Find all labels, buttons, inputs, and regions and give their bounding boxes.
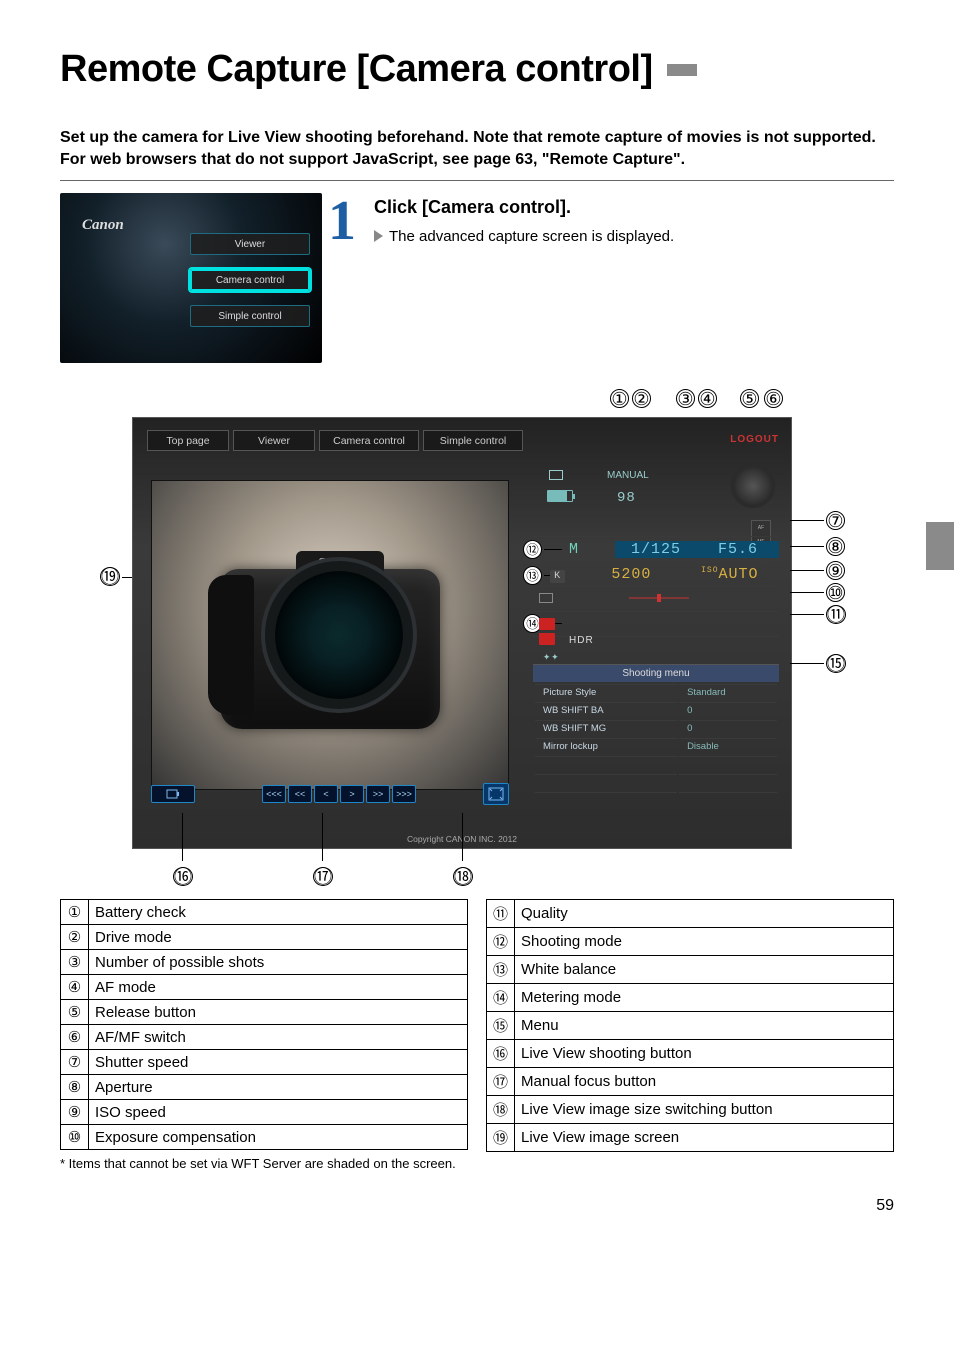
focus-near1[interactable]: > [340, 785, 364, 803]
step-number: 1 [328, 193, 356, 363]
left-callouts: ⑲ [60, 417, 132, 849]
step-heading: Click [Camera control]. [374, 197, 894, 218]
exposure-comp[interactable] [619, 591, 699, 608]
callout-8: ⑧ [826, 537, 845, 556]
rec-icon [539, 633, 555, 645]
focus-far3[interactable]: <<< [262, 785, 286, 803]
viewer-button[interactable]: Viewer [190, 233, 310, 255]
callout-6: ⑥ [764, 389, 783, 408]
legend-row: ②Drive mode [61, 925, 468, 950]
simple-control-button[interactable]: Simple control [190, 305, 310, 327]
legend-row: ⑥AF/MF switch [61, 1025, 468, 1050]
legend-row: ①Battery check [61, 900, 468, 925]
callout-2: ② [632, 389, 651, 408]
tab-camera-control[interactable]: Camera control [319, 430, 419, 451]
page-title: Remote Capture [Camera control] [60, 48, 653, 91]
camera-illustration: Canon [220, 569, 440, 729]
side-tab-marker [926, 522, 954, 570]
battery-icon [547, 490, 573, 502]
step-detail: The advanced capture screen is displayed… [374, 228, 894, 245]
legend-row: ⑪Quality [487, 900, 894, 928]
top-callouts: ① ② ③ ④ ⑤ ⑥ [132, 389, 894, 417]
release-button[interactable] [731, 464, 775, 508]
legend-row: ⑯Live View shooting button [487, 1040, 894, 1068]
live-view-screen: Canon [151, 480, 509, 790]
shooting-menu-header[interactable]: Shooting menu [533, 664, 779, 682]
triangle-bullet-icon [374, 230, 383, 242]
callout-1: ① [610, 389, 629, 408]
tab-simple-control[interactable]: Simple control [423, 430, 523, 451]
menu-row: WB SHIFT MG0 [535, 720, 777, 736]
legend-row: ⑫Shooting mode [487, 928, 894, 956]
callout-5: ⑤ [740, 389, 759, 408]
live-view-button[interactable] [151, 785, 195, 803]
shutter-speed[interactable]: 1/125 [615, 541, 697, 558]
shooting-menu-table: Picture StyleStandard WB SHIFT BA0 WB SH… [533, 682, 779, 810]
legend-row: ⑤Release button [61, 1000, 468, 1025]
legend-row: ④AF mode [61, 975, 468, 1000]
focus-near3[interactable]: >>> [392, 785, 416, 803]
footnote: * Items that cannot be set via WFT Serve… [60, 1156, 894, 1171]
possible-shots: 98 [617, 490, 636, 506]
page-number: 59 [60, 1197, 894, 1239]
image-size-button[interactable] [483, 783, 509, 805]
capture-screen-diagram: Top page Viewer Camera control Simple co… [132, 417, 792, 849]
callout-16: ⑯ [173, 867, 193, 886]
aperture[interactable]: F5.6 [697, 541, 779, 558]
hdr-label: HDR [569, 635, 594, 646]
bottom-callouts: ⑯ ⑰ ⑱ [132, 849, 894, 893]
tab-viewer[interactable]: Viewer [233, 430, 315, 451]
menu-row: Mirror lockupDisable [535, 738, 777, 754]
legend-row: ⑭Metering mode [487, 984, 894, 1012]
legend-right-table: ⑪Quality⑫Shooting mode⑬White balance⑭Met… [486, 899, 894, 1152]
legend-row: ⑮Menu [487, 1012, 894, 1040]
callout-7: ⑦ [826, 511, 845, 530]
callout-9: ⑨ [826, 561, 845, 580]
title-dash-icon [667, 64, 697, 76]
intro-paragraph: Set up the camera for Live View shooting… [60, 127, 894, 170]
callout-18: ⑱ [453, 867, 473, 886]
legend-tables: ①Battery check②Drive mode③Number of poss… [60, 899, 894, 1152]
right-callouts: ⑦ ⑧ ⑨ ⑩ ⑪ ⑮ [792, 417, 864, 849]
focus-far2[interactable]: << [288, 785, 312, 803]
menu-row: Picture StyleStandard [535, 684, 777, 700]
drive-mode-icon [549, 470, 563, 480]
step1-screenshot: Canon Viewer Camera control Simple contr… [60, 193, 322, 363]
camera-control-button[interactable]: Camera control [190, 269, 310, 291]
divider [60, 180, 894, 181]
legend-row: ⑲Live View image screen [487, 1124, 894, 1152]
legend-left-table: ①Battery check②Drive mode③Number of poss… [60, 899, 468, 1150]
legend-row: ⑦Shutter speed [61, 1050, 468, 1075]
legend-row: ⑨ISO speed [61, 1100, 468, 1125]
callout-3: ③ [676, 389, 695, 408]
callout-10: ⑩ [826, 583, 845, 602]
tab-top-page[interactable]: Top page [147, 430, 229, 451]
wb-icon: K [550, 570, 565, 583]
callout-11: ⑪ [826, 605, 846, 624]
iso-speed[interactable]: 5200 [582, 566, 680, 583]
callout-4: ④ [698, 389, 717, 408]
focus-far1[interactable]: < [314, 785, 338, 803]
shooting-mode: M [533, 541, 615, 558]
multi-exp-icon: ✦✦ [543, 650, 559, 664]
legend-row: ③Number of possible shots [61, 950, 468, 975]
metering-icon [539, 593, 553, 603]
legend-row: ⑰Manual focus button [487, 1068, 894, 1096]
legend-row: ⑩Exposure compensation [61, 1125, 468, 1150]
af-mode-label: MANUAL [607, 470, 649, 481]
focus-near2[interactable]: >> [366, 785, 390, 803]
menu-row: WB SHIFT BA0 [535, 702, 777, 718]
iso-auto: ISOAUTO [681, 566, 779, 583]
legend-row: ⑬White balance [487, 956, 894, 984]
callout-17: ⑰ [313, 867, 333, 886]
legend-row: ⑱Live View image size switching button [487, 1096, 894, 1124]
legend-row: ⑧Aperture [61, 1075, 468, 1100]
callout-19: ⑲ [100, 567, 120, 586]
callout-15: ⑮ [826, 654, 846, 673]
canon-logo: Canon [82, 217, 124, 234]
manual-focus-buttons: <<< << < > >> >>> [262, 785, 416, 803]
